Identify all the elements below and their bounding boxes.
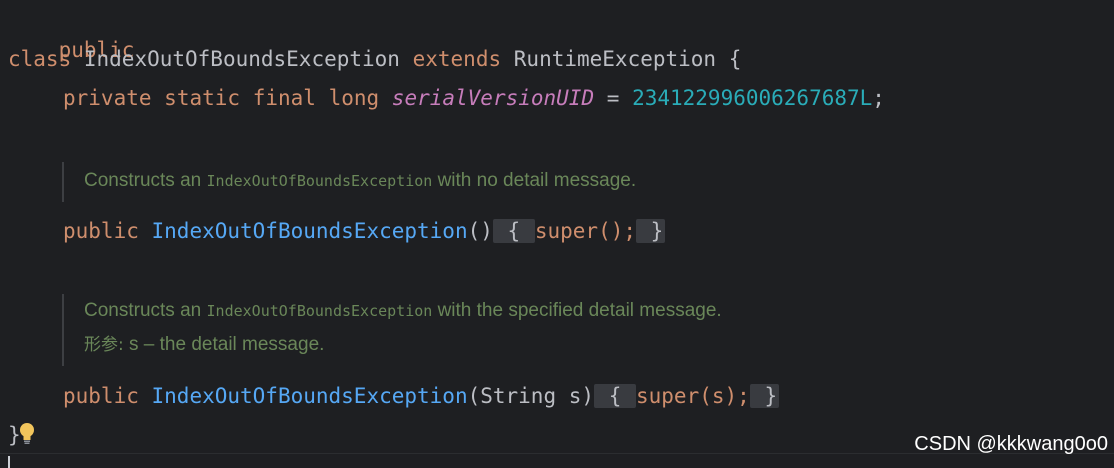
doc-text: with the specified detail message. [437, 300, 722, 321]
open-brace: { [608, 384, 622, 408]
parens: () [467, 219, 493, 243]
params: (String s) [467, 384, 595, 408]
code-line-4: public IndexOutOfBoundsException() { sup… [63, 216, 666, 246]
doc-text: Constructs an [84, 170, 202, 191]
code-line-5: public IndexOutOfBoundsException(String … [63, 381, 780, 411]
superclass-name: RuntimeException [513, 47, 717, 71]
doc-text: Constructs an [84, 300, 202, 321]
number-literal: 234122996006267687L [632, 86, 873, 110]
folded-region[interactable]: { [594, 384, 636, 408]
code-line-1: public [8, 5, 135, 62]
param-label: 形参: [84, 335, 124, 355]
open-brace: { [728, 47, 742, 71]
keyword: long [328, 86, 380, 110]
lightbulb-icon[interactable] [17, 421, 37, 445]
watermark: CSDN @kkkwang0o0 [914, 433, 1108, 455]
javadoc-block-1: Constructs an IndexOutOfBoundsException … [62, 162, 636, 202]
folded-region[interactable]: { [492, 219, 535, 243]
close-brace: } [650, 219, 664, 243]
keyword: static [164, 86, 241, 110]
code-line-3: private static final long serialVersionU… [63, 83, 885, 113]
doc-text: with no detail message. [437, 170, 637, 191]
param-name: s [129, 334, 139, 355]
doc-code: IndexOutOfBoundsException [206, 172, 433, 190]
keyword: final [252, 86, 316, 110]
equals: = [606, 86, 620, 110]
code-line-2: class IndexOutOfBoundsException extends … [8, 44, 741, 74]
keyword: extends [412, 47, 502, 71]
javadoc-param: 形参: s – the detail message. [84, 328, 722, 362]
keyword: public [63, 384, 139, 408]
class-name: IndexOutOfBoundsException [83, 47, 400, 71]
javadoc-text: Constructs an IndexOutOfBoundsException … [84, 294, 722, 328]
super-call: super(s); [636, 384, 750, 408]
text-cursor [8, 456, 10, 468]
open-brace: { [507, 219, 521, 243]
param-description: – the detail message. [143, 334, 325, 355]
constructor-name: IndexOutOfBoundsException [151, 384, 468, 408]
javadoc-block-2: Constructs an IndexOutOfBoundsException … [62, 294, 722, 366]
keyword: class [8, 47, 72, 71]
field-name: serialVersionUID [391, 86, 595, 110]
constructor-name: IndexOutOfBoundsException [151, 219, 468, 243]
semicolon: ; [872, 86, 885, 110]
close-brace: } [764, 384, 778, 408]
doc-code: IndexOutOfBoundsException [206, 302, 433, 320]
keyword: public [63, 219, 139, 243]
folded-region[interactable]: } [749, 384, 780, 408]
keyword: private [63, 86, 152, 110]
folded-region[interactable]: } [636, 219, 666, 243]
javadoc-text: Constructs an IndexOutOfBoundsException … [84, 164, 636, 198]
super-call: super(); [534, 219, 637, 243]
